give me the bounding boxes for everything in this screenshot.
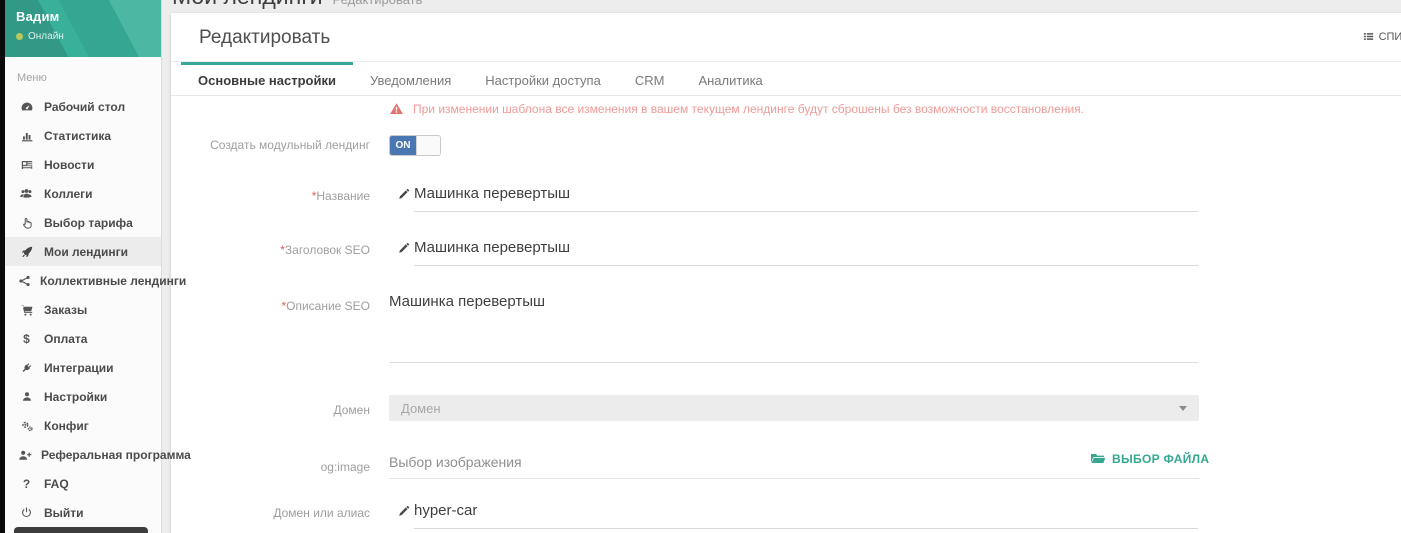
user-status-label: Онлайн bbox=[28, 31, 64, 42]
sidebar-item-news[interactable]: Новости bbox=[5, 150, 161, 179]
og-image-input[interactable]: Выбор изображения bbox=[389, 454, 1199, 479]
module-landing-toggle[interactable]: ON bbox=[389, 135, 441, 156]
menu-section-label: Меню bbox=[5, 57, 161, 92]
user-name: Вадим bbox=[5, 0, 161, 24]
sidebar-item-label: Настройки bbox=[44, 390, 107, 404]
name-input[interactable]: Машинка перевертыш bbox=[414, 185, 1198, 212]
sidebar-item-label: Заказы bbox=[44, 303, 87, 317]
page-header-clipped: Мои лендинги Редактировать bbox=[163, 0, 1401, 13]
sidebar-item-label: Выбор тарифа bbox=[44, 216, 133, 230]
sidebar-menu: Рабочий стол Статистика Новости Коллеги … bbox=[5, 92, 161, 527]
sidebar-item-tariff[interactable]: Выбор тарифа bbox=[5, 208, 161, 237]
tab-access-settings[interactable]: Настройки доступа bbox=[468, 62, 618, 95]
sidebar-item-faq[interactable]: ? FAQ bbox=[5, 469, 161, 498]
sidebar-item-label: Реферальная программа bbox=[41, 448, 191, 462]
warning-triangle-icon bbox=[389, 102, 404, 116]
field-label: Домен или алиас bbox=[171, 506, 370, 520]
sidebar-item-config[interactable]: Конфиг bbox=[5, 411, 161, 440]
sidebar-item-label: Оплата bbox=[44, 332, 87, 346]
template-warning: При изменении шаблона все изменения в ва… bbox=[171, 102, 1401, 116]
user-status: Онлайн bbox=[16, 31, 161, 42]
domain-select[interactable]: Домен bbox=[389, 395, 1199, 421]
bottom-sheet-edge bbox=[14, 527, 148, 533]
breadcrumb: Редактировать bbox=[333, 0, 423, 7]
share-icon bbox=[18, 274, 31, 288]
sidebar-item-referral[interactable]: Реферальная программа bbox=[5, 440, 161, 469]
toggle-knob bbox=[416, 136, 440, 155]
pencil-icon bbox=[397, 188, 410, 206]
dollar-icon: $ bbox=[18, 332, 35, 346]
field-label: Домен bbox=[171, 403, 370, 417]
tab-main-settings[interactable]: Основные настройки bbox=[181, 62, 353, 95]
field-label: *Заголовок SEO bbox=[171, 243, 370, 257]
plug-icon bbox=[18, 361, 35, 375]
sidebar-item-label: Статистика bbox=[44, 129, 111, 143]
list-button-label: СПИСОК bbox=[1379, 31, 1401, 43]
edit-card: Редактировать СПИСОК Основные настройки … bbox=[171, 13, 1401, 533]
sidebar-item-my-landings[interactable]: Мои лендинги bbox=[5, 237, 161, 266]
sidebar-item-statistics[interactable]: Статистика bbox=[5, 121, 161, 150]
field-label: og:image bbox=[171, 460, 370, 474]
tab-bar: Основные настройки Уведомления Настройки… bbox=[171, 62, 1401, 96]
cart-icon bbox=[18, 303, 35, 317]
page-title: Мои лендинги bbox=[172, 0, 323, 9]
tab-notifications[interactable]: Уведомления bbox=[353, 62, 468, 95]
warning-text: При изменении шаблона все изменения в ва… bbox=[413, 102, 1084, 116]
toggle-on-label: ON bbox=[390, 136, 416, 155]
choose-file-button[interactable]: ВЫБОР ФАЙЛА bbox=[1090, 452, 1209, 466]
sidebar-item-logout[interactable]: Выйти bbox=[5, 498, 161, 527]
seo-title-input[interactable]: Машинка перевертыш bbox=[414, 239, 1198, 266]
question-icon: ? bbox=[18, 477, 35, 491]
screenshot-left-edge bbox=[0, 0, 5, 533]
sidebar-item-label: Рабочий стол bbox=[44, 100, 125, 114]
domain-select-placeholder: Домен bbox=[401, 401, 441, 416]
sidebar-item-label: Выйти bbox=[44, 506, 84, 520]
sidebar-item-collective-landings[interactable]: Коллективные лендинги bbox=[5, 266, 161, 295]
alias-input[interactable]: hyper-car bbox=[414, 502, 1198, 529]
card-title: Редактировать bbox=[199, 27, 330, 49]
power-icon bbox=[18, 506, 35, 519]
sidebar-item-label: FAQ bbox=[44, 477, 69, 491]
gears-icon bbox=[18, 419, 35, 433]
sidebar-item-label: Коллективные лендинги bbox=[40, 274, 186, 288]
field-label: *Название bbox=[171, 189, 370, 203]
rocket-icon bbox=[18, 245, 35, 259]
bar-chart-icon bbox=[18, 129, 35, 143]
field-label: Создать модульный лендинг bbox=[171, 138, 370, 152]
sidebar-item-label: Интеграции bbox=[44, 361, 114, 375]
pencil-icon bbox=[397, 242, 410, 260]
sidebar-item-payment[interactable]: $ Оплата bbox=[5, 324, 161, 353]
sidebar-item-orders[interactable]: Заказы bbox=[5, 295, 161, 324]
list-icon bbox=[1362, 30, 1375, 43]
tab-crm[interactable]: CRM bbox=[618, 62, 682, 95]
users-icon bbox=[18, 187, 35, 201]
choose-file-label: ВЫБОР ФАЙЛА bbox=[1112, 452, 1209, 466]
sidebar-item-dashboard[interactable]: Рабочий стол bbox=[5, 92, 161, 121]
field-label: *Описание SEO bbox=[171, 299, 370, 313]
chevron-down-icon bbox=[1179, 406, 1187, 411]
pencil-icon bbox=[397, 505, 410, 523]
card-header: Редактировать СПИСОК bbox=[171, 13, 1401, 62]
newspaper-icon bbox=[18, 158, 35, 172]
sidebar: Вадим Онлайн Меню Рабочий стол Статистик… bbox=[5, 0, 162, 533]
list-button[interactable]: СПИСОК bbox=[1362, 30, 1401, 43]
dashboard-icon bbox=[18, 100, 35, 114]
sidebar-item-label: Конфиг bbox=[44, 419, 89, 433]
sidebar-item-integrations[interactable]: Интеграции bbox=[5, 353, 161, 382]
tab-analytics[interactable]: Аналитика bbox=[681, 62, 779, 95]
hand-pointer-icon bbox=[18, 216, 35, 230]
sidebar-item-settings[interactable]: Настройки bbox=[5, 382, 161, 411]
user-icon bbox=[18, 390, 35, 403]
main-content: Мои лендинги Редактировать Редактировать … bbox=[163, 0, 1401, 533]
sidebar-item-label: Мои лендинги bbox=[44, 245, 128, 259]
seo-description-textarea[interactable]: Машинка перевертыш bbox=[389, 293, 1198, 363]
user-plus-icon bbox=[18, 448, 32, 462]
user-card[interactable]: Вадим Онлайн bbox=[5, 0, 161, 57]
sidebar-item-colleagues[interactable]: Коллеги bbox=[5, 179, 161, 208]
folder-open-icon bbox=[1090, 453, 1106, 466]
online-status-dot bbox=[16, 33, 23, 40]
sidebar-item-label: Коллеги bbox=[44, 187, 93, 201]
sidebar-item-label: Новости bbox=[44, 158, 94, 172]
